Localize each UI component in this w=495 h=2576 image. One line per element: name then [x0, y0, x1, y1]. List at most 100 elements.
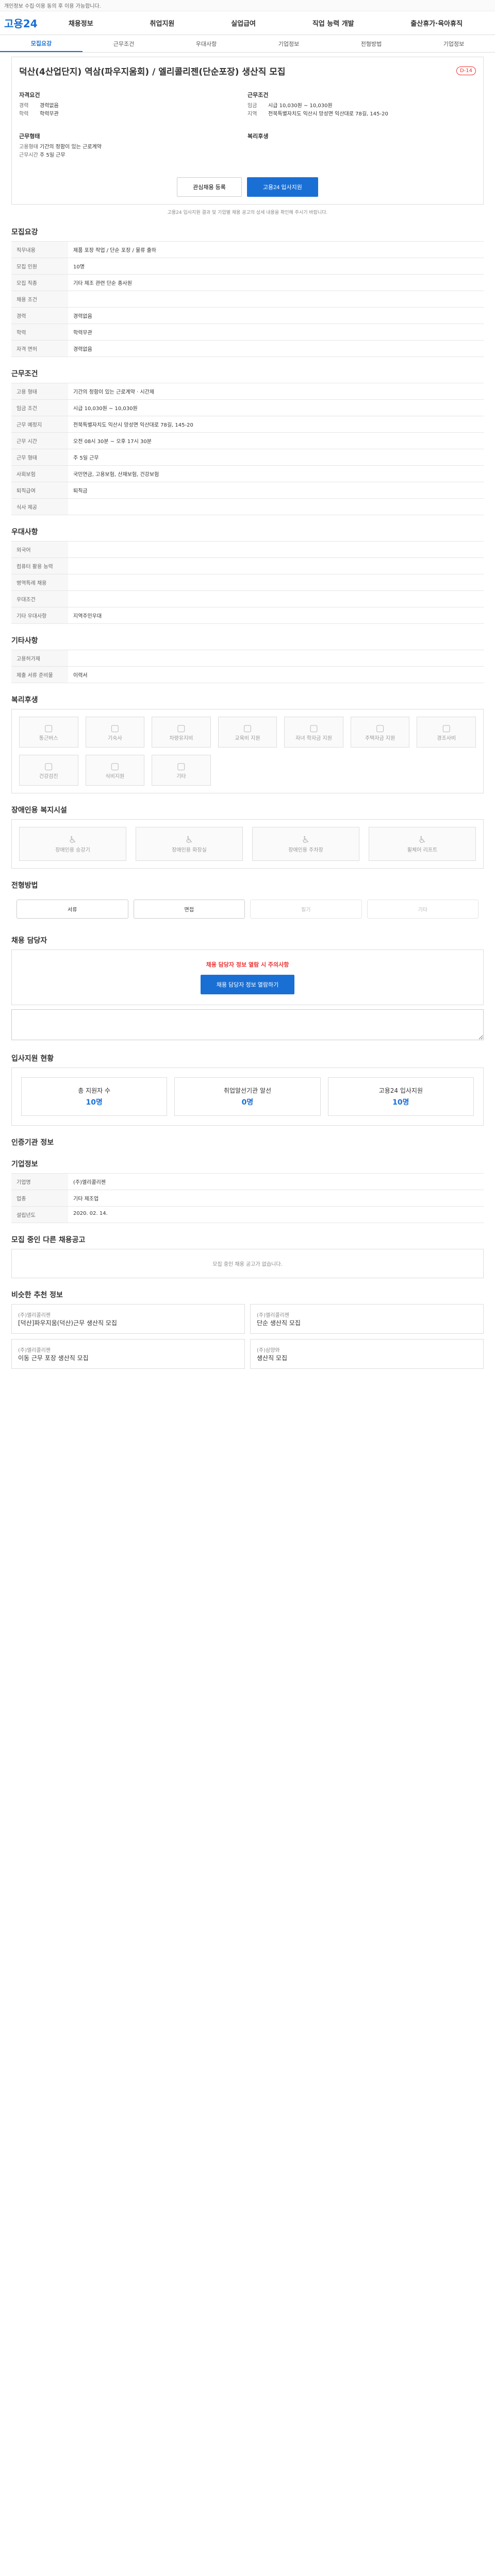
gnb-item[interactable]: 직업 능력 개발: [310, 18, 356, 28]
welfare-label: 기숙사: [108, 736, 122, 741]
row-key: 경력: [19, 103, 29, 109]
recommend-card[interactable]: (주)삼양와 생산직 모집: [250, 1339, 484, 1369]
recommend-card[interactable]: (주)엘리콜리젠 이동 근무 포장 생산직 모집: [11, 1339, 245, 1369]
welfare-icon: ▢: [110, 761, 120, 772]
table-row: 설립년도 2020. 02. 14.: [11, 1206, 484, 1223]
cell-key: 직무내용: [11, 241, 68, 258]
company-name: (주)엘리콜리젠: [18, 1348, 51, 1353]
welfare-item: ▢ 건강검진: [19, 755, 78, 786]
cell-key: 기업명: [11, 1173, 68, 1190]
section-title: 입사지원 현황: [11, 1055, 54, 1063]
summary-row: 학력 학력무관: [19, 110, 248, 118]
summary-row: 근무시간 주 5일 근무: [19, 151, 248, 160]
info-table: 고용 형태 기간의 정함이 있는 근로계약 · 시간제 임금 조건 시급 10,030…: [11, 383, 484, 515]
tab-item[interactable]: 기업정보: [412, 35, 495, 52]
welfare-item: ▢ 주택자금 지원: [350, 717, 410, 748]
row-key: 고용형태: [19, 144, 38, 150]
tab-item[interactable]: 전형방법: [330, 35, 412, 52]
facility-label: 휠체어 리프트: [407, 848, 438, 853]
table-row: 자격 면허 경력없음: [11, 340, 484, 357]
cell-key: 컴퓨터 활용 능력: [11, 557, 68, 574]
cell-key: 업종: [11, 1190, 68, 1207]
table-row: 근무 예정지 전북특별자치도 익산시 망성면 익산대로 78길, 145-20: [11, 416, 484, 433]
card-title: 단순 생산직 모집: [257, 1319, 301, 1327]
tab-item[interactable]: 근무조건: [82, 35, 165, 52]
welfare-grid: ▢ 통근버스 ▢ 기숙사 ▢ 차량유지비 ▢ 교육비 지원 ▢ 자녀 학자금 지원 ▢ 주택자금 지원…: [11, 709, 484, 793]
facility-item: ♿ 장애인용 화장실: [136, 827, 243, 861]
recommend-card[interactable]: (주)엘리콜리젠 단순 생산직 모집: [250, 1304, 484, 1334]
cell-key: 병역특례 채용: [11, 574, 68, 591]
facility-icon: ♿: [301, 835, 310, 845]
row-key: 학력: [19, 111, 29, 117]
recommend-card[interactable]: (주)엘리콜리젠 [덕산]파우지움(덕산)근무 생산직 모집: [11, 1304, 245, 1334]
cell-value: [68, 291, 484, 308]
cell-key: 외국어: [11, 541, 68, 558]
tab-item[interactable]: 기업정보: [248, 35, 330, 52]
cell-value: 경력없음: [68, 307, 484, 324]
apply-button[interactable]: 고용24 입사지원: [246, 177, 318, 197]
tab-item[interactable]: 모집요강: [0, 35, 82, 52]
apply-stats: 총 지원자 수 10명 취업알선기관 알선 0명 고용24 입사지원 10명: [11, 1067, 484, 1126]
welfare-label: 복리후생: [248, 133, 269, 140]
cell-value: 퇴직금: [68, 482, 484, 499]
cell-key: 퇴직급여: [11, 482, 68, 499]
section-title: 인증기관 정보: [11, 1139, 54, 1147]
gnb-item[interactable]: 채용정보: [67, 18, 95, 28]
save-job-button[interactable]: 관심채용 등록: [177, 177, 242, 197]
table-row: 사회보험 국민연금, 고용보험, 산재보험, 건강보험: [11, 465, 484, 482]
cond-label: 근무조건: [248, 92, 269, 98]
cell-key: 임금 조건: [11, 399, 68, 416]
cell-key: 제출 서류 준비물: [11, 666, 68, 683]
cell-key: 근무 형태: [11, 449, 68, 466]
facility-item: ♿ 장애인용 주차장: [252, 827, 359, 861]
row-key: 지역: [248, 111, 257, 117]
gnb-item[interactable]: 실업급여: [229, 18, 258, 28]
welfare-label: 경조사비: [437, 736, 456, 741]
section-tabs: 모집요강 근무조건 우대사항 기업정보 전형방법 기업정보: [0, 35, 495, 53]
cell-key: 모집 인원: [11, 258, 68, 275]
stat-item: 총 지원자 수 10명: [21, 1077, 168, 1116]
table-row: 식사 제공: [11, 498, 484, 515]
summary-row: 경력 경력없음: [19, 102, 248, 110]
qual-label: 자격요건: [19, 92, 40, 98]
table-row: 우대조건: [11, 590, 484, 607]
row-key: 근무시간: [19, 152, 38, 158]
table-row: 모집 직종 기타 제조 관련 단순 종사원: [11, 274, 484, 291]
cell-value: 주 5일 근무: [68, 449, 484, 466]
welfare-icon: ▢: [176, 723, 186, 734]
section-title: 비슷한 추천 정보: [11, 1291, 63, 1299]
view-contact-button[interactable]: 채용 담당자 정보 열람하기: [200, 975, 295, 994]
welfare-icon: ▢: [375, 723, 385, 734]
table-row: 직무내용 제품 포장 작업 / 단순 포장 / 물류 출하: [11, 241, 484, 258]
stat-value: 10명: [86, 1098, 103, 1107]
cell-value: 기간의 정함이 있는 근로계약 · 시간제: [68, 383, 484, 400]
table-row: 병역특례 채용: [11, 574, 484, 591]
gnb-item[interactable]: 출산휴가·육아휴직: [408, 18, 465, 28]
welfare-item: ▢ 차량유지비: [152, 717, 211, 748]
facility-label: 장애인용 승강기: [55, 848, 90, 853]
row-value: 기간의 정함이 있는 근로계약: [40, 144, 102, 150]
inquiry-textarea[interactable]: [11, 1009, 484, 1040]
welfare-label: 통근버스: [39, 736, 58, 741]
facility-item: ♿ 휠체어 리프트: [369, 827, 476, 861]
facility-item: ♿ 장애인용 승강기: [19, 827, 126, 861]
cell-value: 학력무관: [68, 324, 484, 341]
gnb-menu: 채용정보 취업지원 실업급여 직업 능력 개발 출산휴가·육아휴직: [40, 18, 491, 28]
table-row: 근무 형태 주 5일 근무: [11, 449, 484, 466]
stat-item: 취업알선기관 알선 0명: [174, 1077, 321, 1116]
cell-value: [68, 557, 484, 574]
method-item: 필기: [250, 900, 362, 919]
dday-badge: D-14: [456, 66, 476, 75]
tab-item[interactable]: 우대사항: [165, 35, 248, 52]
summary-row: 고용형태 기간의 정함이 있는 근로계약: [19, 143, 248, 151]
table-row: 기타 우대사항 지역주민우대: [11, 607, 484, 624]
logo[interactable]: 고용24: [4, 15, 40, 30]
section-title: 채용 담당자: [11, 937, 47, 945]
gnb-item[interactable]: 취업지원: [148, 18, 177, 28]
cell-key: 사회보험: [11, 465, 68, 482]
section-title: 근무조건: [11, 370, 38, 378]
table-row: 퇴직급여 퇴직금: [11, 482, 484, 499]
info-table: 고용허가제 제출 서류 준비물 이력서: [11, 650, 484, 683]
contact-warning: 채용 담당자 정보 열람 시 주의사항 채용 담당자 정보 열람하기: [11, 950, 484, 1005]
section-title: 기업정보: [11, 1160, 38, 1168]
